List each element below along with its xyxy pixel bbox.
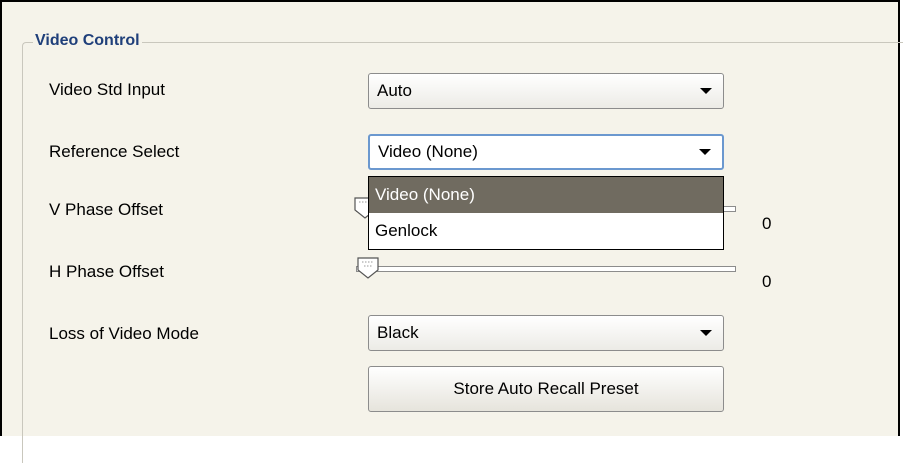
- dropdown-option-video-none[interactable]: Video (None): [369, 177, 723, 213]
- loss-of-video-mode-select[interactable]: Black: [368, 315, 724, 351]
- video-std-input-label: Video Std Input: [49, 80, 165, 99]
- h-phase-offset-value: 0: [762, 272, 772, 291]
- loss-of-video-mode-label: Loss of Video Mode: [49, 324, 199, 343]
- h-phase-offset-slider-thumb[interactable]: [356, 256, 382, 280]
- h-phase-offset-label: H Phase Offset: [49, 262, 164, 281]
- h-phase-offset-slider-track[interactable]: [356, 266, 736, 272]
- v-phase-offset-value: 0: [762, 214, 772, 233]
- group-title: Video Control: [33, 32, 142, 50]
- video-std-input-value: Auto: [377, 81, 412, 100]
- reference-select-select[interactable]: Video (None): [368, 134, 724, 170]
- reference-select-dropdown: Video (None) Genlock: [368, 176, 724, 250]
- dropdown-option-genlock[interactable]: Genlock: [369, 213, 723, 249]
- video-std-input-select[interactable]: Auto: [368, 73, 724, 109]
- reference-select-label: Reference Select: [49, 142, 180, 161]
- store-auto-recall-preset-button[interactable]: Store Auto Recall Preset: [368, 366, 724, 412]
- reference-select-value: Video (None): [378, 142, 478, 161]
- chevron-down-icon[interactable]: [700, 88, 712, 94]
- chevron-down-icon[interactable]: [700, 330, 712, 336]
- v-phase-offset-label: V Phase Offset: [49, 200, 164, 219]
- loss-of-video-mode-value: Black: [377, 323, 419, 342]
- chevron-down-icon[interactable]: [699, 149, 711, 155]
